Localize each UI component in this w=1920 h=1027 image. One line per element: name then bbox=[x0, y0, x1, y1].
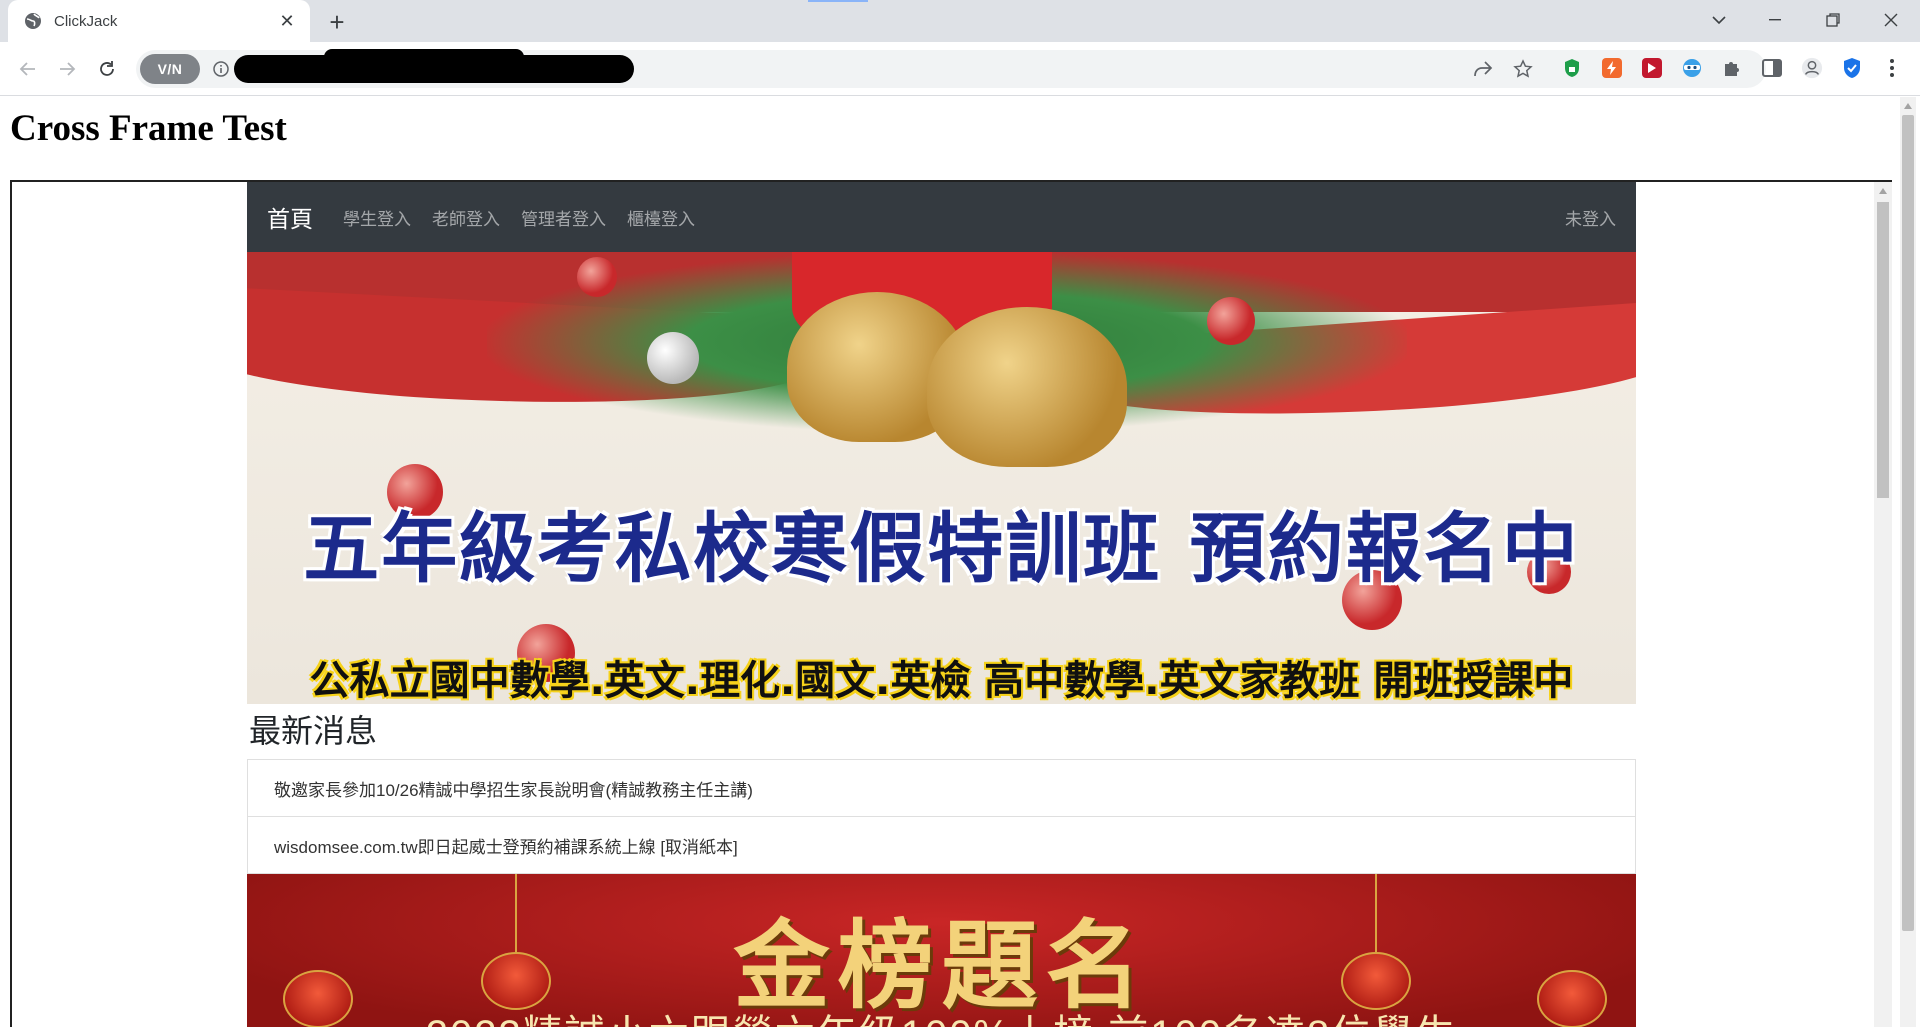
scroll-up-arrow-icon[interactable] bbox=[1879, 188, 1887, 194]
scroll-up-arrow-icon[interactable] bbox=[1904, 103, 1912, 109]
banner-headline: 五年級考私校寒假特訓班 預約報名中 bbox=[303, 504, 1580, 593]
redacted-url bbox=[234, 49, 634, 83]
honor-roll-subtitle: 2023精誠小六跟營六年級100%上榜 前100名達8位學生 bbox=[247, 1002, 1636, 1027]
nav-link-admin-login[interactable]: 管理者登入 bbox=[521, 205, 606, 230]
nav-link-counter-login[interactable]: 櫃檯登入 bbox=[627, 205, 695, 230]
page-title: Cross Frame Test bbox=[10, 108, 287, 149]
frame-scrollbar[interactable] bbox=[1874, 182, 1892, 1027]
nav-link-teacher-login[interactable]: 老師登入 bbox=[432, 205, 500, 230]
tab-strip-accent bbox=[808, 0, 868, 2]
tab-title: ClickJack bbox=[54, 12, 118, 30]
embedded-frame[interactable]: 首頁 學生登入 老師登入 管理者登入 櫃檯登入 未登入 五年級考私校寒假特訓班 … bbox=[10, 180, 1892, 1027]
menu-icon[interactable] bbox=[1881, 57, 1903, 79]
side-panel-icon[interactable] bbox=[1761, 57, 1783, 79]
tab-close-icon[interactable]: ✕ bbox=[274, 8, 300, 34]
news-item[interactable]: 敬邀家長參加10/26精誠中學招生家長說明會(精誠教務主任主講) bbox=[247, 759, 1636, 817]
mask-extension-icon[interactable] bbox=[1681, 57, 1703, 79]
lock-extension-icon[interactable] bbox=[1561, 57, 1583, 79]
reload-icon[interactable] bbox=[91, 53, 123, 85]
banner-subline: 公私立國中數學.英文.理化.國文.英檢 高中數學.英文家教班 開班授課中 bbox=[309, 658, 1574, 704]
page-viewport: Cross Frame Test 首頁 學生登入 老師登入 管理者登入 櫃檯登入… bbox=[0, 97, 1920, 1027]
restore-icon[interactable] bbox=[1810, 0, 1856, 40]
vpn-badge[interactable]: V/N bbox=[140, 54, 200, 84]
shield-extension-icon[interactable] bbox=[1841, 57, 1863, 79]
address-bar[interactable]: V/N bbox=[136, 49, 1766, 88]
news-heading: 最新消息 bbox=[249, 713, 378, 749]
puzzle-icon[interactable] bbox=[1721, 57, 1743, 79]
site-navbar: 首頁 學生登入 老師登入 管理者登入 櫃檯登入 未登入 bbox=[247, 182, 1636, 252]
login-status[interactable]: 未登入 bbox=[1565, 205, 1616, 230]
bell-right bbox=[927, 307, 1127, 467]
framed-site: 首頁 學生登入 老師登入 管理者登入 櫃檯登入 未登入 五年級考私校寒假特訓班 … bbox=[247, 182, 1636, 1027]
ornament-silver bbox=[647, 332, 699, 384]
news-item[interactable]: wisdomsee.com.tw即日起威士登預約補課系統上線 [取消紙本] bbox=[247, 816, 1636, 874]
nav-link-student-login[interactable]: 學生登入 bbox=[343, 205, 411, 230]
christmas-promo-banner: 五年級考私校寒假特訓班 預約報名中 公私立國中數學.英文.理化.國文.英檢 高中… bbox=[247, 252, 1636, 704]
ornament bbox=[577, 257, 617, 297]
nav-brand-home[interactable]: 首頁 bbox=[267, 200, 313, 234]
frame-scroll-thumb[interactable] bbox=[1877, 202, 1889, 498]
forward-icon[interactable] bbox=[51, 53, 83, 85]
tab-strip: ClickJack ✕ + bbox=[0, 0, 1920, 42]
browser-tab[interactable]: ClickJack ✕ bbox=[8, 0, 310, 42]
bolt-extension-icon[interactable] bbox=[1601, 57, 1623, 79]
globe-icon bbox=[24, 12, 42, 30]
page-scroll-thumb[interactable] bbox=[1902, 115, 1914, 931]
chevron-down-icon[interactable] bbox=[1696, 0, 1742, 40]
new-tab-button[interactable]: + bbox=[322, 7, 352, 37]
back-icon[interactable] bbox=[12, 53, 44, 85]
ornament bbox=[1207, 297, 1255, 345]
browser-toolbar: V/N bbox=[0, 42, 1920, 96]
play-extension-icon[interactable] bbox=[1641, 57, 1663, 79]
profile-icon[interactable] bbox=[1801, 57, 1823, 79]
page-scrollbar[interactable] bbox=[1900, 97, 1916, 1027]
minimize-icon[interactable] bbox=[1752, 0, 1798, 40]
info-icon[interactable] bbox=[212, 60, 230, 78]
honor-roll-banner: 金榜題名 2023精誠小六跟營六年級100%上榜 前100名達8位學生 bbox=[247, 874, 1636, 1027]
close-window-icon[interactable] bbox=[1868, 0, 1914, 40]
bookmark-star-icon[interactable] bbox=[1512, 58, 1534, 80]
share-icon[interactable] bbox=[1472, 58, 1494, 80]
